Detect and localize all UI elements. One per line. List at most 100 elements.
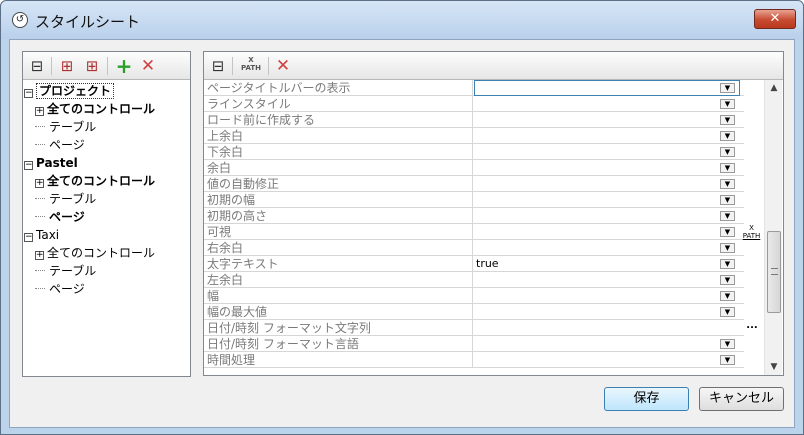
tree-item[interactable]: テーブル	[35, 118, 96, 136]
cancel-button[interactable]: キャンセル	[699, 387, 784, 411]
dropdown-arrow-icon[interactable]: ▼	[720, 115, 735, 125]
property-value-field[interactable]	[474, 176, 740, 192]
property-row[interactable]: ラインスタイル ▼	[204, 96, 744, 112]
property-row[interactable]: 上余白 ▼	[204, 128, 744, 144]
toolbar-separator	[107, 57, 108, 75]
property-row[interactable]: 下余白 ▼	[204, 144, 744, 160]
title-bar[interactable]: ↺ スタイルシート ✕	[1, 1, 803, 39]
collapse-icon[interactable]: −	[24, 233, 33, 242]
property-row[interactable]: 時間処理 ▼	[204, 352, 744, 368]
property-value-field[interactable]	[474, 272, 740, 288]
vertical-scrollbar[interactable]: ▲ ▼	[764, 80, 782, 375]
tree-item[interactable]: − Taxi	[24, 226, 59, 244]
stylesheet-dialog: ↺ スタイルシート ✕ ⊟ ⊞ ⊞ + ✕ − プロジェクト + 全てのコントロールテ…	[0, 0, 804, 435]
tree-item[interactable]: テーブル	[35, 262, 96, 280]
dropdown-arrow-icon[interactable]: ▼	[720, 355, 735, 365]
property-value-field[interactable]	[474, 240, 740, 256]
tree-item[interactable]: − Pastel	[24, 154, 78, 172]
delete-icon[interactable]: ✕	[137, 56, 159, 76]
property-row[interactable]: ページタイトルバーの表示 ▼	[204, 80, 744, 96]
property-name: 日付/時刻 フォーマット言語	[204, 336, 473, 352]
property-value-field[interactable]	[474, 112, 740, 128]
collapse-icon[interactable]: −	[24, 89, 33, 98]
dropdown-arrow-icon[interactable]: ▼	[720, 339, 735, 349]
property-row[interactable]: ロード前に作成する ▼	[204, 112, 744, 128]
collapse-icon[interactable]: −	[24, 161, 33, 170]
add-icon[interactable]: +	[113, 56, 135, 76]
expand-icon[interactable]: +	[35, 251, 44, 260]
property-value-field[interactable]	[474, 288, 740, 304]
property-value-field[interactable]	[474, 144, 740, 160]
property-value-field[interactable]	[474, 304, 740, 320]
property-row[interactable]: 可視 ▼ X PATH	[204, 224, 760, 240]
property-value-field[interactable]	[474, 96, 740, 112]
dialog-body: ⊟ ⊞ ⊞ + ✕ − プロジェクト + 全てのコントロール テーブル ページ − Paste…	[9, 39, 795, 428]
grip-icon	[771, 268, 778, 275]
property-value-field[interactable]	[474, 208, 740, 224]
xpath-icon[interactable]: X PATH	[741, 224, 762, 240]
property-row[interactable]: 幅 ▼	[204, 288, 744, 304]
ellipsis-button[interactable]: ...	[745, 321, 759, 333]
save-button[interactable]: 保存	[604, 387, 689, 411]
dropdown-arrow-icon[interactable]: ▼	[720, 307, 735, 317]
dropdown-arrow-icon[interactable]: ▼	[720, 83, 735, 93]
property-row[interactable]: 左余白 ▼	[204, 272, 744, 288]
dropdown-arrow-icon[interactable]: ▼	[720, 195, 735, 205]
scroll-thumb[interactable]	[767, 231, 781, 313]
tree-item[interactable]: + 全てのコントロール	[35, 244, 155, 262]
dropdown-arrow-icon[interactable]: ▼	[720, 227, 735, 237]
property-value-field[interactable]	[474, 160, 740, 176]
tree-connector	[35, 144, 45, 145]
dropdown-arrow-icon[interactable]: ▼	[720, 275, 735, 285]
expand-icon[interactable]: +	[35, 107, 44, 116]
dropdown-arrow-icon[interactable]: ▼	[720, 291, 735, 301]
property-row[interactable]: 初期の高さ ▼	[204, 208, 744, 224]
toolbar-separator	[232, 57, 233, 75]
property-value-field[interactable]	[474, 320, 740, 336]
tree-item[interactable]: ページ	[35, 208, 85, 226]
dropdown-arrow-icon[interactable]: ▼	[720, 99, 735, 109]
dropdown-arrow-icon[interactable]: ▼	[720, 259, 735, 269]
dropdown-arrow-icon[interactable]: ▼	[720, 243, 735, 253]
tree-item[interactable]: + 全てのコントロール	[35, 172, 155, 190]
tree-item-label: テーブル	[49, 120, 97, 134]
property-name: 太字テキスト	[204, 256, 473, 272]
property-value-field[interactable]	[474, 224, 740, 240]
close-button[interactable]: ✕	[754, 9, 796, 29]
property-row[interactable]: 値の自動修正 ▼	[204, 176, 744, 192]
scroll-up-icon[interactable]: ▲	[765, 80, 783, 96]
tree-item[interactable]: ページ	[35, 280, 85, 298]
property-value-field[interactable]	[474, 128, 740, 144]
property-value-field[interactable]	[474, 80, 740, 96]
dropdown-arrow-icon[interactable]: ▼	[720, 179, 735, 189]
tree-item[interactable]: ページ	[35, 136, 85, 154]
tree-icon[interactable]: ⊟	[26, 56, 48, 76]
property-row[interactable]: 日付/時刻 フォーマット言語 ▼	[204, 336, 744, 352]
property-row[interactable]: 初期の幅 ▼	[204, 192, 744, 208]
tree-icon[interactable]: ⊟	[207, 56, 229, 76]
property-row[interactable]: 右余白 ▼	[204, 240, 744, 256]
property-value-field[interactable]	[474, 192, 740, 208]
property-row[interactable]: 幅の最大値 ▼	[204, 304, 744, 320]
xpath-icon[interactable]: X PATH	[240, 56, 262, 76]
delete-icon[interactable]: ✕	[272, 56, 294, 76]
property-row[interactable]: 太字テキスト true ▼	[204, 256, 744, 272]
add-child-icon[interactable]: ⊞	[56, 56, 78, 76]
scroll-down-icon[interactable]: ▼	[765, 359, 783, 375]
property-row[interactable]: 余白 ▼	[204, 160, 744, 176]
expand-icon[interactable]: +	[35, 179, 44, 188]
tree-item[interactable]: + 全てのコントロール	[35, 100, 155, 118]
add-sibling-icon[interactable]: ⊞	[81, 56, 103, 76]
dropdown-arrow-icon[interactable]: ▼	[720, 163, 735, 173]
dropdown-arrow-icon[interactable]: ▼	[720, 147, 735, 157]
property-value-field[interactable]	[474, 336, 740, 352]
tree-item[interactable]: テーブル	[35, 190, 96, 208]
property-name: ロード前に作成する	[204, 112, 473, 128]
tree-item[interactable]: − プロジェクト	[24, 82, 115, 100]
dropdown-arrow-icon[interactable]: ▼	[720, 131, 735, 141]
property-value-field[interactable]	[474, 352, 740, 368]
property-value-field[interactable]: true	[474, 256, 740, 272]
tree-item-label: 全てのコントロール	[47, 246, 156, 260]
property-row[interactable]: 日付/時刻 フォーマット文字列...	[204, 320, 758, 336]
dropdown-arrow-icon[interactable]: ▼	[720, 211, 735, 221]
